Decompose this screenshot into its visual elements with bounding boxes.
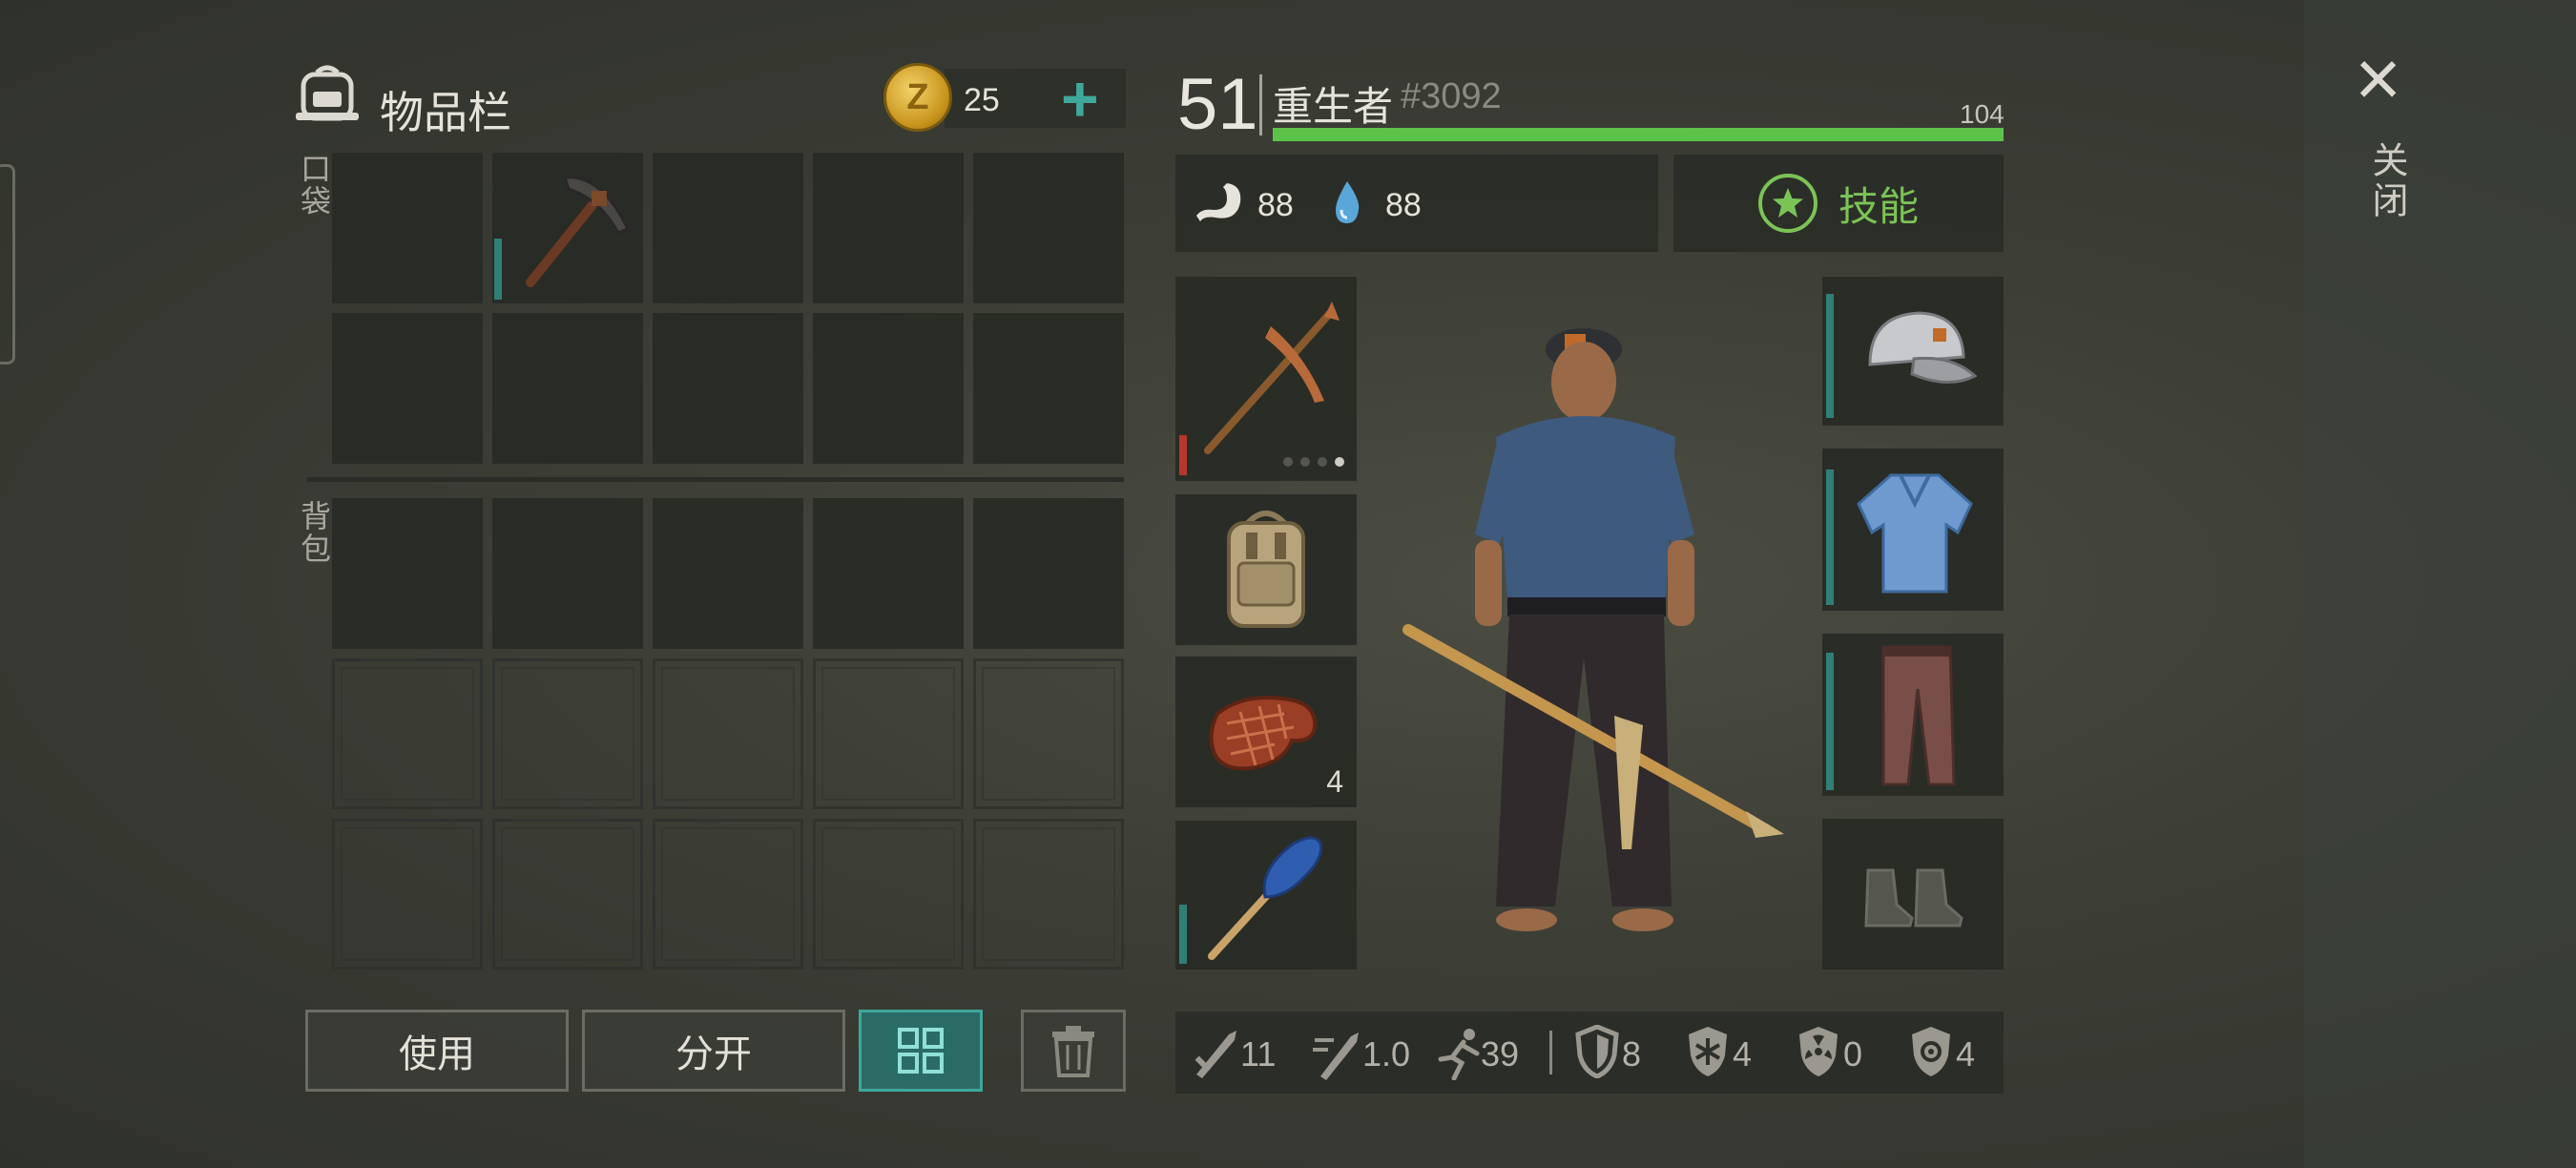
backpack-slot[interactable] <box>973 498 1124 649</box>
character-model <box>1402 328 1784 931</box>
locked-slot <box>813 658 964 809</box>
xp-max-label: 104 <box>1960 99 2005 129</box>
trash-icon <box>1052 1026 1094 1077</box>
torso-slot[interactable] <box>1822 448 2004 611</box>
weapon-slot[interactable] <box>1175 277 1357 481</box>
grid-icon <box>898 1028 944 1074</box>
cold-value: 4 <box>1733 1034 1753 1074</box>
xp-bar-track <box>1273 128 2004 141</box>
radiation-resistance-icon <box>1799 1027 1838 1076</box>
locked-slot <box>492 658 643 809</box>
feet-slot[interactable] <box>1822 819 2004 970</box>
skills-label: 技能 <box>1838 183 1919 229</box>
food-count: 4 <box>1326 764 1343 799</box>
durability-bar <box>1179 435 1187 475</box>
sort-grid-button[interactable] <box>859 1010 983 1092</box>
move-speed-value: 39 <box>1481 1034 1520 1074</box>
section-divider <box>307 477 1124 482</box>
pickaxe-weapon-icon <box>1204 302 1340 454</box>
right-strip <box>2304 0 2576 1168</box>
water-drop-icon <box>1336 181 1360 223</box>
pocket-label: 口袋 <box>297 153 331 218</box>
paddle-icon <box>1208 836 1323 960</box>
backpack-item-icon <box>1227 511 1305 628</box>
stomach-icon <box>1196 183 1241 221</box>
armor-icon <box>1575 1025 1619 1078</box>
water-value: 88 <box>1385 187 1422 223</box>
backpack-icon <box>296 65 359 121</box>
backpack-slot[interactable] <box>332 498 483 649</box>
durability-bar <box>494 239 502 300</box>
damage-icon <box>1195 1031 1236 1078</box>
attack-speed-value: 1.0 <box>1362 1034 1411 1074</box>
locked-slot <box>653 819 803 970</box>
character-id: #3092 <box>1401 76 1502 116</box>
pocket-slot[interactable] <box>973 153 1124 303</box>
radiation-value: 0 <box>1843 1034 1863 1074</box>
locked-slot <box>653 658 803 809</box>
pants-icon <box>1881 645 1956 786</box>
attribute-separator <box>1549 1031 1552 1074</box>
locked-slot <box>492 819 643 970</box>
toxic-resistance-icon <box>1912 1027 1950 1076</box>
food-equip-slot[interactable]: 4 <box>1175 657 1357 807</box>
backpack-slot[interactable] <box>492 498 643 649</box>
coin-icon: Z <box>883 63 952 132</box>
locked-slot <box>973 819 1124 970</box>
legs-slot[interactable] <box>1822 634 2004 796</box>
durability-bar <box>1826 653 1834 790</box>
backpack-slot[interactable] <box>653 498 803 649</box>
cold-resistance-icon <box>1689 1027 1727 1076</box>
durability-bar <box>1179 905 1187 964</box>
armor-value: 8 <box>1622 1034 1642 1074</box>
xp-bar-fill <box>1273 128 2004 141</box>
star-icon <box>1757 174 1818 233</box>
pocket-slot-pickaxe[interactable] <box>492 153 643 303</box>
side-drawer-handle[interactable] <box>0 164 15 365</box>
trash-button[interactable] <box>1021 1010 1126 1092</box>
character-level: 51 <box>1177 64 1258 145</box>
toxic-value: 4 <box>1956 1034 1976 1074</box>
tool-equip-slot[interactable] <box>1175 821 1357 970</box>
pocket-slot[interactable] <box>653 153 803 303</box>
boots-icon <box>1864 868 1963 928</box>
head-slot[interactable] <box>1822 277 2004 426</box>
backpack-slot[interactable] <box>813 498 964 649</box>
skills-button[interactable]: 技能 <box>1673 155 2004 252</box>
ammo-dots <box>1283 457 1344 467</box>
damage-value: 11 <box>1240 1034 1277 1074</box>
pickaxe-icon <box>526 176 631 287</box>
header-separator <box>1259 74 1262 136</box>
inventory-title: 物品栏 <box>380 88 511 137</box>
close-label[interactable]: 关闭 <box>2360 141 2413 221</box>
pocket-slot[interactable] <box>332 313 483 464</box>
pocket-slot[interactable] <box>813 313 964 464</box>
locked-slot <box>332 819 483 970</box>
backpack-label: 背包 <box>297 500 331 565</box>
split-button[interactable]: 分开 <box>582 1010 845 1092</box>
pocket-slot[interactable] <box>973 313 1124 464</box>
use-button[interactable]: 使用 <box>305 1010 569 1092</box>
coin-count: 25 <box>964 82 1000 118</box>
locked-slot <box>813 819 964 970</box>
attack-speed-icon <box>1313 1032 1359 1080</box>
close-icon[interactable]: × <box>2355 38 2401 118</box>
durability-bar <box>1826 294 1834 418</box>
pocket-slot[interactable] <box>813 153 964 303</box>
locked-slot <box>973 658 1124 809</box>
backpack-equip-slot[interactable] <box>1175 494 1357 645</box>
pocket-slot[interactable] <box>492 313 643 464</box>
move-speed-icon <box>1438 1029 1480 1080</box>
shirt-icon <box>1857 473 1973 594</box>
food-value: 88 <box>1257 187 1294 223</box>
character-name: 重生者 <box>1273 84 1394 129</box>
locked-slot <box>332 658 483 809</box>
cap-icon <box>1868 311 1977 385</box>
pocket-slot[interactable] <box>653 313 803 464</box>
add-coins-button[interactable]: + <box>1061 67 1099 132</box>
pocket-slot[interactable] <box>332 153 483 303</box>
durability-bar <box>1826 469 1834 605</box>
steak-icon <box>1209 696 1318 771</box>
